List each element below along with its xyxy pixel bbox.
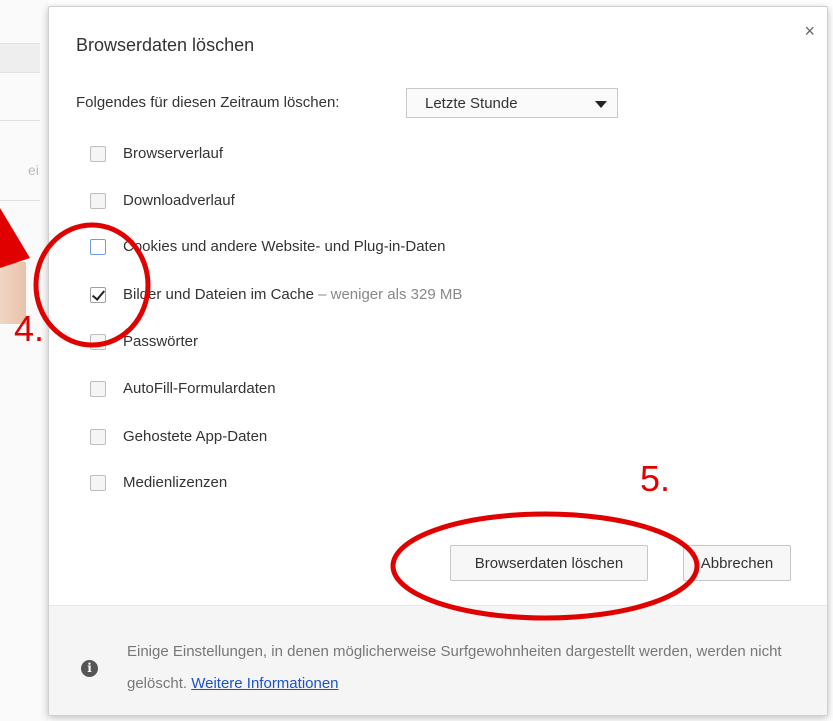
more-info-link[interactable]: Weitere Informationen	[191, 675, 338, 692]
option-label: Browserverlauf	[123, 145, 224, 162]
time-range-select[interactable]: Letzte Stunde	[406, 88, 618, 118]
annotation-step5-label: 5.	[640, 458, 671, 499]
checkbox[interactable]	[90, 239, 106, 255]
option-label: Cookies und andere Website- und Plug-in-…	[123, 238, 446, 255]
close-icon[interactable]: ×	[804, 21, 815, 42]
time-range-label: Folgendes für diesen Zeitraum löschen:	[76, 94, 340, 111]
background-toolbar	[0, 43, 40, 73]
background-divider	[0, 120, 40, 121]
checkbox[interactable]	[90, 381, 106, 397]
info-icon: i	[81, 660, 98, 677]
option-label: Gehostete App-Daten	[123, 428, 268, 445]
clear-browsing-data-dialog: Browserdaten löschen × Folgendes für die…	[48, 6, 828, 716]
annotation-step4-label: 4.	[14, 308, 45, 349]
option-label: Downloadverlauf	[123, 192, 235, 209]
time-range-value: Letzte Stunde	[425, 95, 518, 112]
checkbox[interactable]	[90, 146, 106, 162]
dialog-footer: i Einige Einstellungen, in denen möglich…	[49, 605, 827, 715]
option-label: AutoFill-Formulardaten	[123, 380, 276, 397]
option-label: Passwörter	[123, 333, 199, 350]
dialog-title: Browserdaten löschen	[76, 35, 255, 55]
checkbox-checked[interactable]	[90, 287, 106, 303]
option-label: Bilder und Dateien im Cache	[123, 286, 314, 303]
checkbox[interactable]	[90, 429, 106, 445]
background-page	[0, 0, 48, 721]
option-label: Medienlizenzen	[123, 474, 228, 491]
checkbox[interactable]	[90, 334, 106, 350]
cache-size-info: – weniger als 329 MB	[313, 286, 463, 303]
checkbox[interactable]	[90, 193, 106, 209]
checkbox[interactable]	[90, 475, 106, 491]
background-fragment-text: ei	[28, 162, 39, 178]
clear-data-button[interactable]: Browserdaten löschen	[450, 545, 648, 581]
dropdown-caret-icon	[595, 101, 607, 108]
background-divider	[0, 200, 40, 201]
cancel-button[interactable]: Abbrechen	[683, 545, 791, 581]
